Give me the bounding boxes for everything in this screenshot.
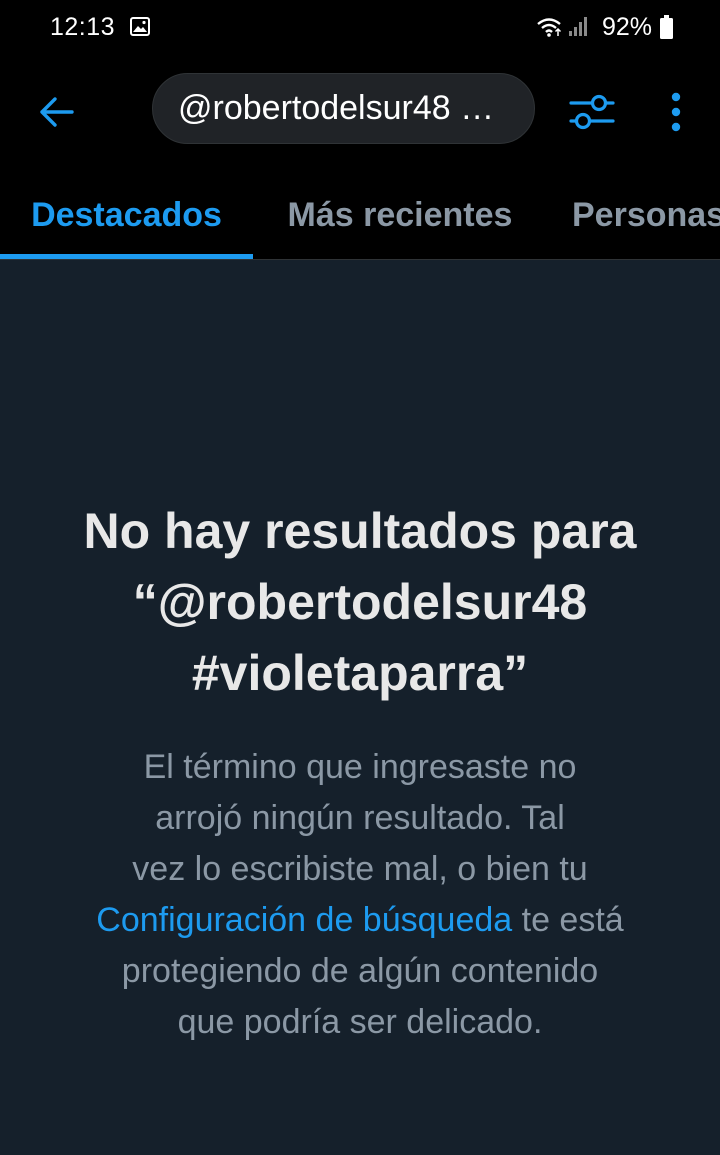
- no-results-title-line: “@robertodelsur48: [132, 574, 588, 630]
- tab-personas[interactable]: Personas: [572, 170, 720, 259]
- tab-mas-recientes[interactable]: Más recientes: [253, 170, 547, 259]
- search-filters-button[interactable]: [560, 82, 624, 142]
- gallery-icon: [130, 17, 150, 36]
- no-results-message: El término que ingresaste no arrojó ning…: [40, 742, 680, 1048]
- search-settings-link[interactable]: Configuración de búsqueda: [96, 901, 512, 939]
- status-bar: 12:13 92%: [0, 0, 720, 56]
- tab-destacados[interactable]: Destacados: [0, 170, 253, 259]
- search-tabs: Destacados Más recientes Personas: [0, 170, 720, 260]
- message-line: El término que ingresaste no: [143, 748, 577, 786]
- message-line: vez lo escribiste mal, o bien tu: [132, 850, 588, 888]
- message-line: protegiendo de algún contenido: [121, 952, 599, 990]
- message-line: que podría ser delicado.: [177, 1003, 543, 1041]
- battery-icon: [660, 15, 673, 39]
- search-query-text: @robertodelsur48 #violetaparra: [178, 89, 508, 127]
- battery-percentage: 92%: [602, 13, 653, 41]
- more-vertical-icon: [671, 92, 681, 132]
- back-button[interactable]: [26, 82, 86, 142]
- more-options-button[interactable]: [650, 82, 702, 142]
- no-results-title: No hay resultados para “@robertodelsur48…: [40, 496, 680, 709]
- active-tab-indicator: [0, 254, 253, 259]
- message-line-text: te está: [512, 901, 624, 939]
- sliders-icon: [569, 94, 615, 130]
- signal-icon: [569, 17, 587, 36]
- no-results-title-line: #violetaparra”: [191, 645, 529, 701]
- no-results-title-line: No hay resultados para: [83, 503, 637, 559]
- status-time: 12:13: [50, 13, 116, 41]
- message-line-with-link: Configuración de búsqueda te está: [40, 895, 680, 946]
- search-app-bar: @robertodelsur48 #violetaparra: [0, 56, 720, 170]
- message-line: arrojó ningún resultado. Tal: [155, 799, 565, 837]
- wifi-icon: [537, 18, 562, 37]
- search-input[interactable]: @robertodelsur48 #violetaparra: [152, 73, 535, 144]
- arrow-left-icon: [40, 97, 74, 127]
